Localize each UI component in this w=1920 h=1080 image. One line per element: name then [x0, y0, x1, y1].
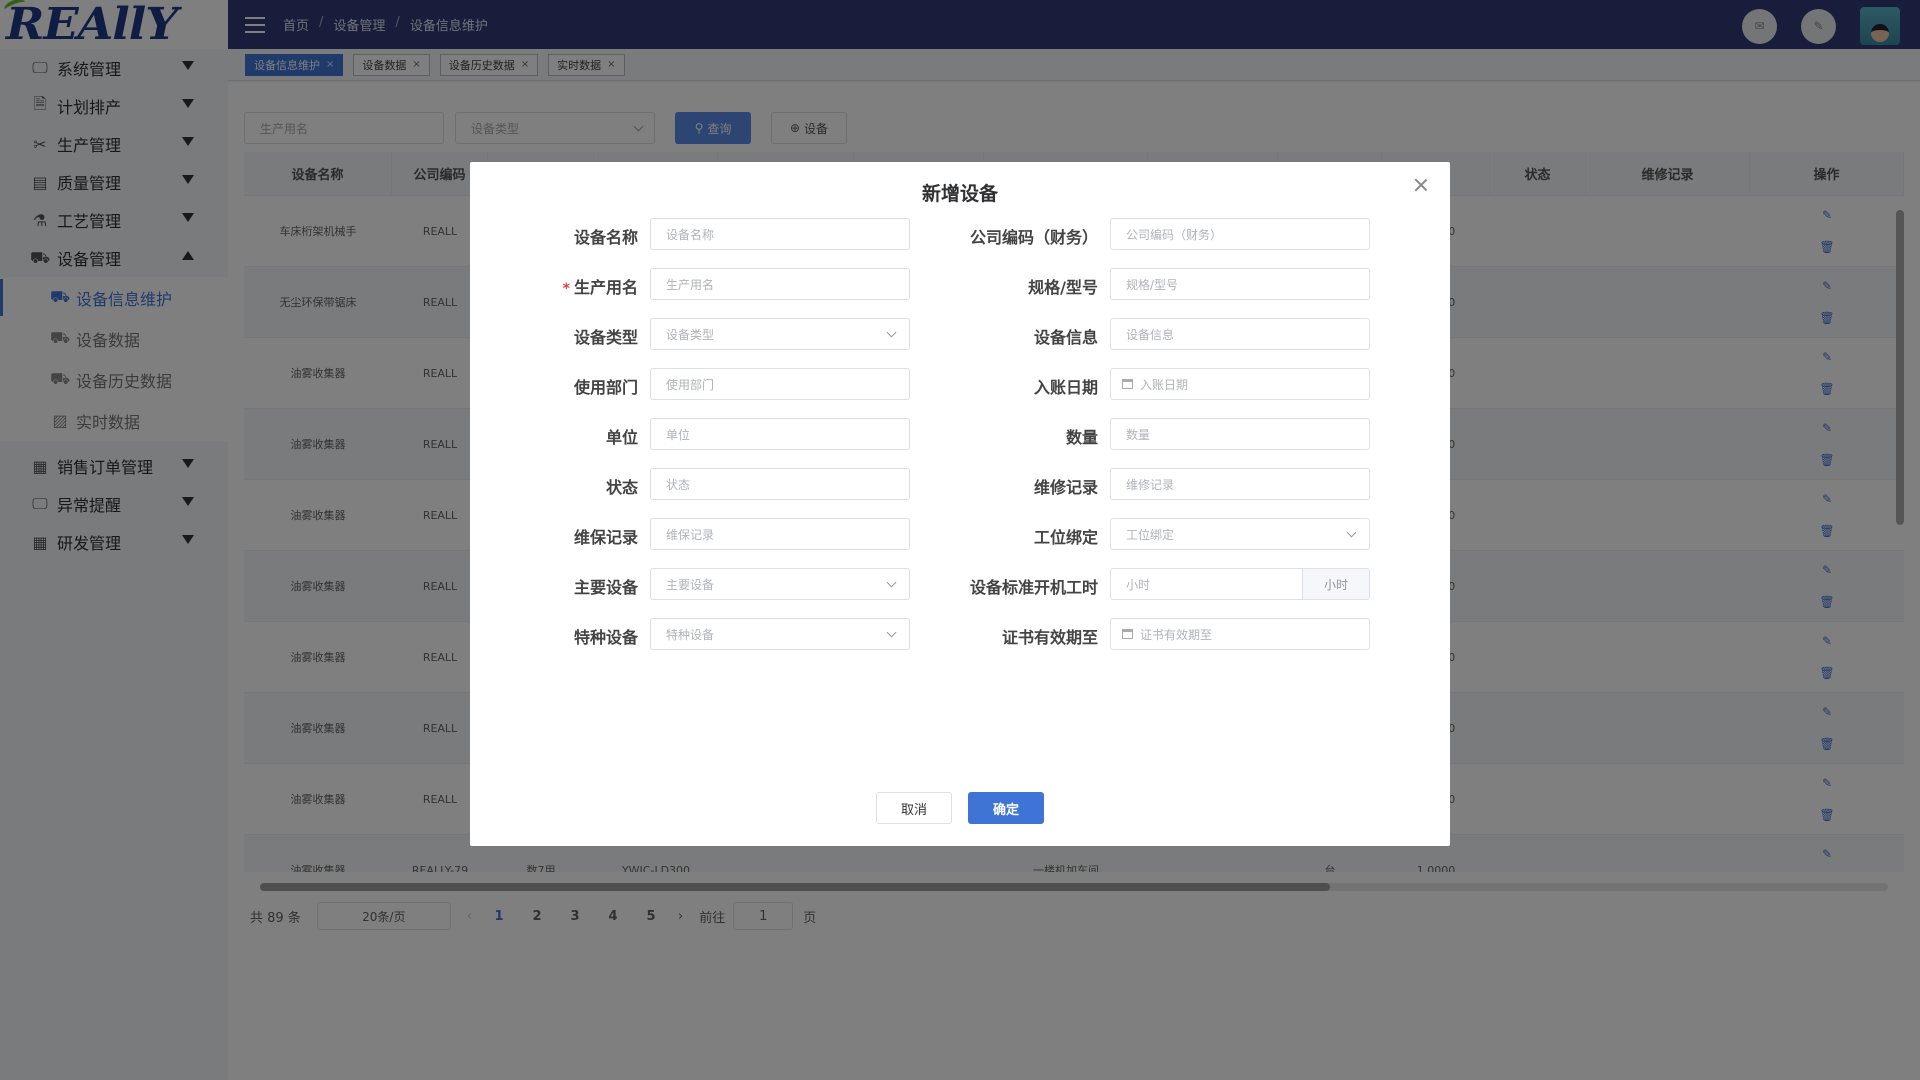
standard-hours-input[interactable]: 小时 小时	[1110, 568, 1370, 600]
company-code-placeholder: 公司编码（财务）	[1126, 227, 1223, 242]
spec-model-input[interactable]: 规格/型号	[1110, 268, 1370, 300]
form-row: 设备类型 设备类型 设备信息 设备信息	[470, 318, 1450, 351]
unit-input[interactable]: 单位	[650, 418, 910, 450]
special-device-placeholder: 特种设备	[666, 627, 715, 642]
spec-model-placeholder: 规格/型号	[1126, 277, 1179, 292]
department-label: 使用部门	[470, 374, 638, 398]
status-placeholder: 状态	[666, 477, 691, 492]
maintenance-record-placeholder: 维保记录	[666, 527, 715, 542]
quantity-placeholder: 数量	[1126, 427, 1151, 442]
device-info-placeholder: 设备信息	[1126, 327, 1175, 342]
entry-date-placeholder: 入账日期	[1140, 377, 1189, 392]
device-name-label: 设备名称	[470, 224, 638, 248]
station-binding-label: 工位绑定	[930, 524, 1098, 548]
maintenance-record-input[interactable]: 维保记录	[650, 518, 910, 550]
device-info-label-text: 设备信息	[1033, 328, 1098, 347]
repair-record-placeholder: 维修记录	[1126, 477, 1175, 492]
main-device-placeholder: 主要设备	[666, 577, 715, 592]
production-name-placeholder: 生产用名	[666, 277, 715, 292]
maintenance-record-label-text: 维保记录	[573, 528, 638, 547]
required-mark: *	[562, 281, 570, 297]
form-row: 单位 单位 数量 数量	[470, 418, 1450, 451]
station-binding-placeholder: 工位绑定	[1126, 527, 1175, 542]
form-row: 设备名称 设备名称 公司编码（财务） 公司编码（财务）	[470, 218, 1450, 251]
chevron-down-icon	[1346, 527, 1357, 538]
unit-placeholder: 单位	[666, 427, 691, 442]
repair-record-input[interactable]: 维修记录	[1110, 468, 1370, 500]
special-device-label: 特种设备	[470, 624, 638, 648]
calendar-icon	[1122, 379, 1133, 389]
status-label-text: 状态	[605, 478, 638, 497]
device-type-label: 设备类型	[470, 324, 638, 348]
department-input[interactable]: 使用部门	[650, 368, 910, 400]
cert-expiry-date-picker[interactable]: 证书有效期至	[1110, 618, 1370, 650]
form-row: * 生产用名 生产用名 规格/型号 规格/型号	[470, 268, 1450, 301]
add-device-dialog: 新增设备 设备名称 设备名称 公司编码（财务） 公司编码（财务） * 生产用名 生产用名 规格…	[470, 162, 1450, 846]
standard-hours-label: 设备标准开机工时	[930, 574, 1098, 598]
station-binding-label-text: 工位绑定	[1033, 528, 1098, 547]
main-device-label-text: 主要设备	[573, 578, 638, 597]
production-name-input[interactable]: 生产用名	[650, 268, 910, 300]
entry-date-date-picker[interactable]: 入账日期	[1110, 368, 1370, 400]
form-row: 特种设备 特种设备 证书有效期至 证书有效期至	[470, 618, 1450, 651]
main-device-select[interactable]: 主要设备	[650, 568, 910, 600]
device-type-label-text: 设备类型	[573, 328, 638, 347]
special-device-label-text: 特种设备	[573, 628, 638, 647]
repair-record-label-text: 维修记录	[1033, 478, 1098, 497]
main-device-label: 主要设备	[470, 574, 638, 598]
device-info-label: 设备信息	[930, 324, 1098, 348]
station-binding-select[interactable]: 工位绑定	[1110, 518, 1370, 550]
cert-expiry-label-text: 证书有效期至	[1001, 628, 1098, 647]
device-type-placeholder: 设备类型	[666, 327, 715, 342]
chevron-down-icon	[886, 327, 897, 338]
standard-hours-label-text: 设备标准开机工时	[969, 578, 1098, 597]
quantity-input[interactable]: 数量	[1110, 418, 1370, 450]
standard-hours-placeholder: 小时	[1126, 577, 1151, 592]
spec-model-label: 规格/型号	[930, 274, 1098, 298]
production-name-label: * 生产用名	[470, 274, 638, 298]
close-icon[interactable]	[1414, 178, 1428, 192]
standard-hours-unit: 小时	[1302, 569, 1369, 599]
form-row: 使用部门 使用部门 入账日期 入账日期	[470, 368, 1450, 401]
special-device-select[interactable]: 特种设备	[650, 618, 910, 650]
department-label-text: 使用部门	[573, 378, 638, 397]
repair-record-label: 维修记录	[930, 474, 1098, 498]
cert-expiry-placeholder: 证书有效期至	[1140, 627, 1213, 642]
maintenance-record-label: 维保记录	[470, 524, 638, 548]
device-name-placeholder: 设备名称	[666, 227, 715, 242]
chevron-down-icon	[886, 577, 897, 588]
unit-label: 单位	[470, 424, 638, 448]
status-input[interactable]: 状态	[650, 468, 910, 500]
company-code-label-text: 公司编码（财务）	[969, 228, 1098, 247]
device-type-select[interactable]: 设备类型	[650, 318, 910, 350]
entry-date-label-text: 入账日期	[1033, 378, 1098, 397]
unit-label-text: 单位	[605, 428, 638, 447]
quantity-label-text: 数量	[1065, 428, 1098, 447]
cancel-button[interactable]: 取消	[876, 792, 952, 824]
confirm-button[interactable]: 确定	[968, 792, 1044, 824]
cert-expiry-label: 证书有效期至	[930, 624, 1098, 648]
department-placeholder: 使用部门	[666, 377, 715, 392]
calendar-icon	[1122, 629, 1133, 639]
company-code-input[interactable]: 公司编码（财务）	[1110, 218, 1370, 250]
device-name-input[interactable]: 设备名称	[650, 218, 910, 250]
form-row: 状态 状态 维修记录 维修记录	[470, 468, 1450, 501]
device-info-input[interactable]: 设备信息	[1110, 318, 1370, 350]
chevron-down-icon	[886, 627, 897, 638]
device-name-label-text: 设备名称	[573, 228, 638, 247]
company-code-label: 公司编码（财务）	[930, 224, 1098, 248]
form-row: 维保记录 维保记录 工位绑定 工位绑定	[470, 518, 1450, 551]
form-row: 主要设备 主要设备 设备标准开机工时 小时 小时	[470, 568, 1450, 601]
production-name-label-text: 生产用名	[573, 278, 638, 297]
quantity-label: 数量	[930, 424, 1098, 448]
entry-date-label: 入账日期	[930, 374, 1098, 398]
spec-model-label-text: 规格/型号	[1028, 278, 1098, 297]
status-label: 状态	[470, 474, 638, 498]
dialog-title: 新增设备	[921, 183, 998, 205]
